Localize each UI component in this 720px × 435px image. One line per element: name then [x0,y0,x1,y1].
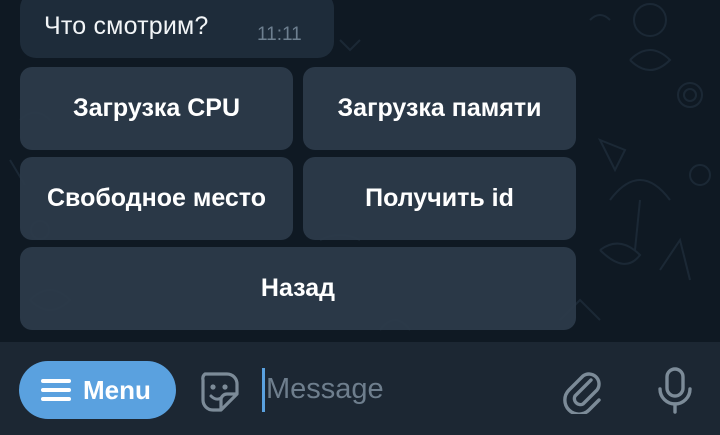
message-time: 11:11 [257,24,302,45]
keyboard-button-get-id[interactable]: Получить id [303,157,576,240]
sticker-icon[interactable] [197,368,243,414]
menu-button-label: Menu [83,374,151,405]
message-bubble: Что смотрим? 11:11 [20,0,334,58]
keyboard-button-back[interactable]: Назад [20,247,576,330]
message-input[interactable] [266,364,536,414]
paperclip-icon[interactable] [561,368,607,414]
keyboard-button-free-space[interactable]: Свободное место [20,157,293,240]
microphone-icon[interactable] [655,366,695,416]
keyboard-button-cpu-load[interactable]: Загрузка CPU [20,67,293,150]
keyboard-button-memory-load[interactable]: Загрузка памяти [303,67,576,150]
text-cursor [262,368,265,412]
menu-button[interactable]: Menu [19,361,176,419]
chat-area: Что смотрим? 11:11 Загрузка CPU Загрузка… [0,0,720,342]
hamburger-icon [41,379,71,401]
message-text: Что смотрим? [44,12,209,40]
message-input-bar: Menu [0,342,720,435]
